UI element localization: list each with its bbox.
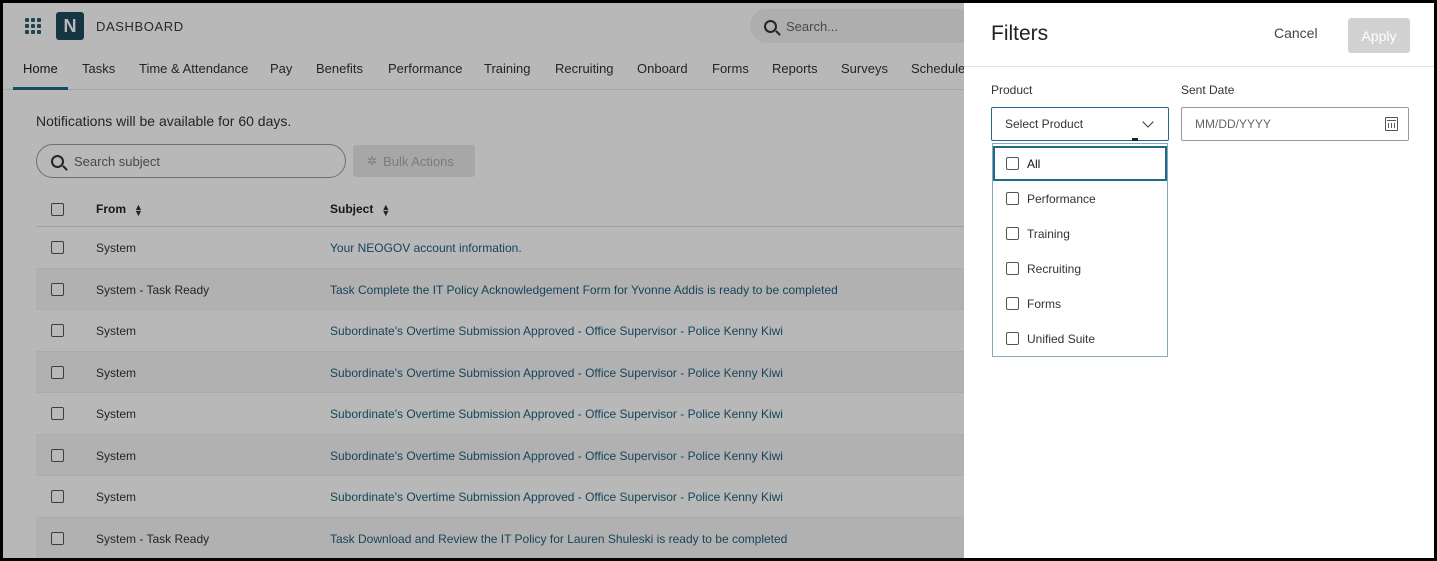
option-checkbox[interactable]: [1006, 192, 1019, 205]
option-checkbox[interactable]: [1006, 157, 1019, 170]
product-select[interactable]: Select Product: [991, 107, 1169, 141]
product-option-unified-suite[interactable]: Unified Suite: [993, 321, 1167, 356]
product-option-forms[interactable]: Forms: [993, 286, 1167, 321]
apply-button[interactable]: Apply: [1348, 18, 1410, 53]
product-option-performance[interactable]: Performance: [993, 181, 1167, 216]
mouse-cursor: [1132, 138, 1138, 141]
filters-header: Filters Cancel Apply: [964, 3, 1434, 67]
option-checkbox[interactable]: [1006, 297, 1019, 310]
option-checkbox[interactable]: [1006, 332, 1019, 345]
product-label: Product: [991, 83, 1033, 97]
filters-panel: Filters Cancel Apply Product Sent Date S…: [964, 3, 1434, 558]
option-checkbox[interactable]: [1006, 262, 1019, 275]
filters-title: Filters: [991, 22, 1049, 45]
sent-date-placeholder: MM/DD/YYYY: [1195, 117, 1272, 131]
option-checkbox[interactable]: [1006, 227, 1019, 240]
sent-date-label: Sent Date: [1181, 83, 1235, 97]
sent-date-input[interactable]: MM/DD/YYYY: [1181, 107, 1409, 141]
product-option-recruiting[interactable]: Recruiting: [993, 251, 1167, 286]
chevron-down-icon: [1142, 116, 1154, 128]
product-option-all[interactable]: All: [993, 146, 1167, 181]
product-select-value: Select Product: [1005, 117, 1084, 131]
calendar-icon[interactable]: [1385, 117, 1398, 131]
cancel-button[interactable]: Cancel: [1274, 25, 1318, 41]
modal-backdrop[interactable]: [3, 3, 964, 558]
product-option-training[interactable]: Training: [993, 216, 1167, 251]
product-dropdown-menu: All Performance Training Recruiting Form…: [992, 143, 1168, 357]
screen-frame: N DASHBOARD Search... Home Tasks Time & …: [3, 3, 1434, 558]
